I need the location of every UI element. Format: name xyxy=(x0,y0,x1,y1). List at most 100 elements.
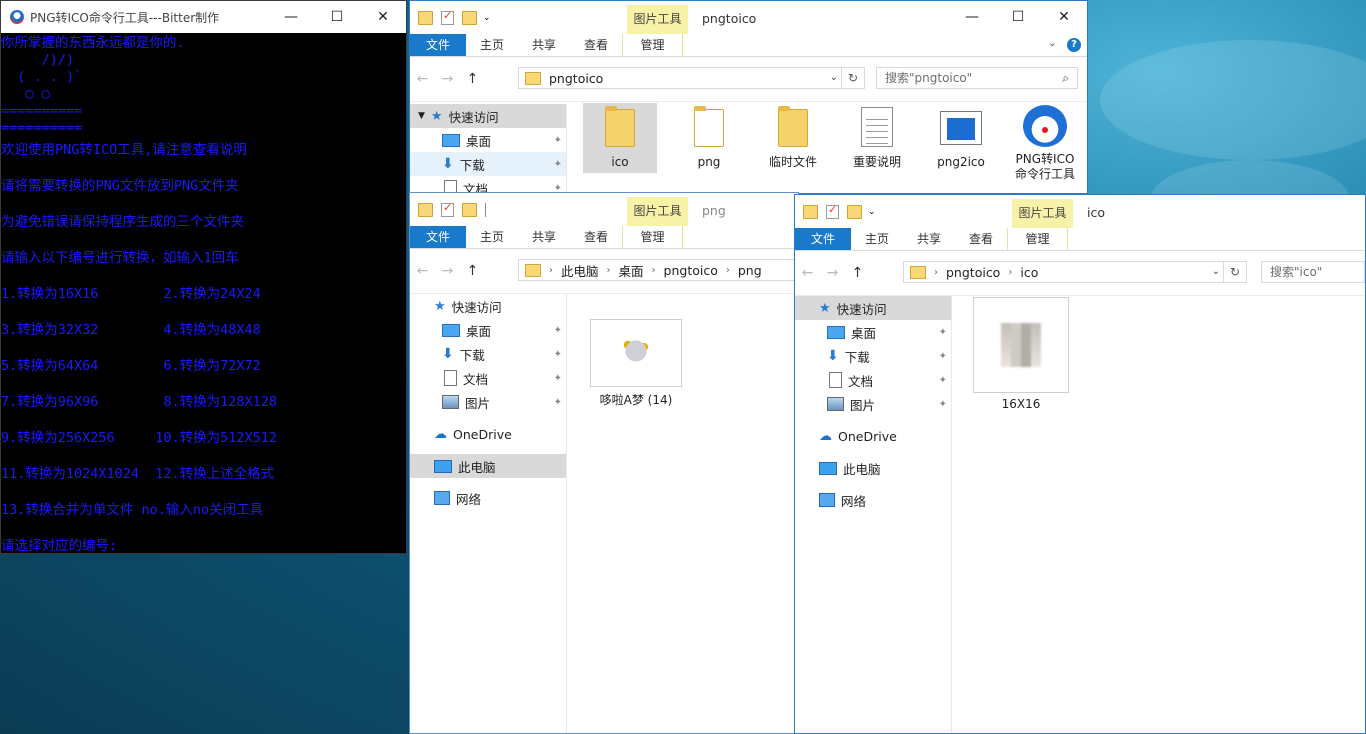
back-button[interactable]: ← xyxy=(410,71,435,87)
console-titlebar[interactable]: PNG转ICO命令行工具---Bitter制作 — ☐ ✕ xyxy=(1,1,406,33)
tab-view[interactable]: 查看 xyxy=(955,228,1007,250)
properties-icon[interactable] xyxy=(441,9,454,25)
minimize-button[interactable]: — xyxy=(268,1,314,33)
new-folder-icon[interactable] xyxy=(462,202,477,217)
tab-home[interactable]: 主页 xyxy=(466,226,518,248)
search-icon[interactable]: ⌕ xyxy=(1062,68,1069,88)
tab-manage[interactable]: 管理 xyxy=(1007,228,1069,250)
tab-file[interactable]: 文件 xyxy=(410,34,467,56)
close-button[interactable]: ✕ xyxy=(360,1,406,33)
nav-onedrive[interactable]: ☁ OneDrive xyxy=(795,424,951,448)
nav-network[interactable]: 网络 xyxy=(410,486,566,510)
expand-ribbon-icon[interactable]: ⌄ xyxy=(1048,36,1057,49)
folder-icon xyxy=(605,106,635,147)
wallpaper-wave xyxy=(1100,40,1366,160)
nav-pictures[interactable]: 图片 ✦ xyxy=(795,392,951,416)
tab-home[interactable]: 主页 xyxy=(466,34,518,56)
properties-icon[interactable] xyxy=(441,201,454,217)
file-item-png[interactable]: png xyxy=(667,103,751,182)
pixelated-image-icon xyxy=(1001,323,1041,367)
refresh-button[interactable]: ↻ xyxy=(1223,262,1246,282)
properties-icon[interactable] xyxy=(826,203,839,219)
breadcrumb-item[interactable]: pngtoico xyxy=(549,71,603,86)
chevron-down-icon[interactable]: ⌄ xyxy=(1212,266,1220,277)
explorer-window-pngtoico[interactable]: ⌄ 图片工具 pngtoico — ☐ ✕ 文件 主页 共享 查看 管理 ⌄ ?… xyxy=(409,0,1088,194)
address-bar[interactable]: pngtoico ⌄ ↻ xyxy=(518,67,865,89)
tab-manage[interactable]: 管理 xyxy=(622,34,684,56)
tab-file[interactable]: 文件 xyxy=(795,228,852,250)
forward-button[interactable]: → xyxy=(435,263,460,279)
image-thumbnail xyxy=(590,319,682,387)
nav-onedrive[interactable]: ☁ OneDrive xyxy=(410,422,566,446)
address-bar[interactable]: › 此电脑 › 桌面 › pngtoico › png xyxy=(518,259,798,281)
tab-home[interactable]: 主页 xyxy=(851,228,903,250)
refresh-button[interactable]: ↻ xyxy=(841,68,864,88)
console-window[interactable]: PNG转ICO命令行工具---Bitter制作 — ☐ ✕ 你所掌握的东西永远都… xyxy=(0,0,407,554)
breadcrumb-item[interactable]: 桌面 xyxy=(619,261,644,280)
maximize-button[interactable]: ☐ xyxy=(314,1,360,33)
back-button[interactable]: ← xyxy=(410,263,435,279)
up-button[interactable]: ↑ xyxy=(460,71,485,87)
search-input[interactable]: 搜索"pngtoico" ⌕ xyxy=(876,67,1078,89)
nav-downloads[interactable]: ⬇ 下载 ✦ xyxy=(795,344,951,368)
explorer-window-png[interactable]: 图片工具 png 文件 主页 共享 查看 管理 ← → ↑ › 此电脑 › 桌面… xyxy=(409,192,799,734)
nav-quick-access[interactable]: ★ 快速访问 xyxy=(410,294,566,318)
tab-manage[interactable]: 管理 xyxy=(622,226,684,248)
breadcrumb-item[interactable]: pngtoico xyxy=(946,265,1000,280)
breadcrumb-item[interactable]: pngtoico xyxy=(664,263,718,278)
nav-quick-access[interactable]: ★ 快速访问 xyxy=(795,296,951,320)
nav-pictures[interactable]: 图片 ✦ xyxy=(410,390,566,414)
file-item-16x16[interactable]: 16X16 xyxy=(973,297,1069,412)
maximize-button[interactable]: ☐ xyxy=(995,1,1041,33)
star-icon: ★ xyxy=(434,298,446,314)
new-folder-icon[interactable] xyxy=(462,10,477,25)
file-item-ico[interactable]: ico xyxy=(583,103,657,173)
back-button[interactable]: ← xyxy=(795,265,820,281)
application-icon xyxy=(940,111,982,145)
image-folder-icon xyxy=(694,106,724,147)
up-button[interactable]: ↑ xyxy=(845,265,870,281)
file-item-tool[interactable]: PNG转ICO 命令行工具 xyxy=(1003,103,1087,182)
address-bar[interactable]: › pngtoico › ico ⌄ ↻ xyxy=(903,261,1247,283)
tab-share[interactable]: 共享 xyxy=(903,228,955,250)
nav-desktop[interactable]: 桌面 ✦ xyxy=(795,320,951,344)
breadcrumb-item[interactable]: ico xyxy=(1020,265,1038,280)
explorer-window-ico[interactable]: ⌄ 图片工具 ico 文件 主页 共享 查看 管理 ← → ↑ › pngtoi… xyxy=(794,194,1366,734)
quick-access-toolbar: ⌄ 图片工具 ico xyxy=(795,195,1365,228)
watermark-url: www.52pojie.cn xyxy=(1269,715,1356,728)
up-button[interactable]: ↑ xyxy=(460,263,485,279)
breadcrumb-item[interactable]: 此电脑 xyxy=(561,261,599,280)
tab-file[interactable]: 文件 xyxy=(410,226,467,248)
new-folder-icon[interactable] xyxy=(847,204,862,219)
file-item-png2ico[interactable]: png2ico xyxy=(919,103,1003,182)
nav-this-pc[interactable]: 此电脑 xyxy=(410,454,566,478)
file-item-readme[interactable]: 重要说明 xyxy=(835,103,919,182)
tab-share[interactable]: 共享 xyxy=(518,34,570,56)
nav-this-pc[interactable]: 此电脑 xyxy=(795,456,951,480)
nav-quick-access[interactable]: ▼ ★ 快速访问 xyxy=(410,104,566,128)
tab-view[interactable]: 查看 xyxy=(570,34,622,56)
file-item-doraemon-png[interactable]: 哆啦A梦 (14) xyxy=(590,319,682,408)
tab-view[interactable]: 查看 xyxy=(570,226,622,248)
nav-desktop[interactable]: 桌面 ✦ xyxy=(410,128,566,152)
nav-downloads[interactable]: ⬇ 下载 ✦ xyxy=(410,342,566,366)
nav-desktop[interactable]: 桌面 ✦ xyxy=(410,318,566,342)
close-button[interactable]: ✕ xyxy=(1041,1,1087,33)
help-icon[interactable]: ? xyxy=(1067,38,1081,52)
nav-documents[interactable]: 文档 ✦ xyxy=(410,366,566,390)
nav-documents[interactable]: 文档 ✦ xyxy=(795,368,951,392)
search-input[interactable]: 搜索"ico" xyxy=(1261,261,1365,283)
chevron-down-icon[interactable]: ⌄ xyxy=(483,13,491,23)
tab-share[interactable]: 共享 xyxy=(518,226,570,248)
nav-network[interactable]: 网络 xyxy=(795,488,951,512)
chevron-down-icon[interactable]: ⌄ xyxy=(830,72,838,83)
nav-downloads[interactable]: ⬇ 下载 ✦ xyxy=(410,152,566,176)
forward-button[interactable]: → xyxy=(435,71,460,87)
breadcrumb-item[interactable]: png xyxy=(738,263,762,278)
file-item-temp[interactable]: 临时文件 xyxy=(751,103,835,182)
navigation-pane: ★ 快速访问 桌面 ✦ ⬇ 下载 ✦ 文档 ✦ 图片 ✦ ☁ OneDrive xyxy=(795,296,952,733)
chevron-down-icon[interactable]: ⌄ xyxy=(868,207,876,217)
forward-button[interactable]: → xyxy=(820,265,845,281)
minimize-button[interactable]: — xyxy=(949,1,995,33)
console-line: 请输入以下编号进行转换，如输入1回车 xyxy=(1,250,239,266)
